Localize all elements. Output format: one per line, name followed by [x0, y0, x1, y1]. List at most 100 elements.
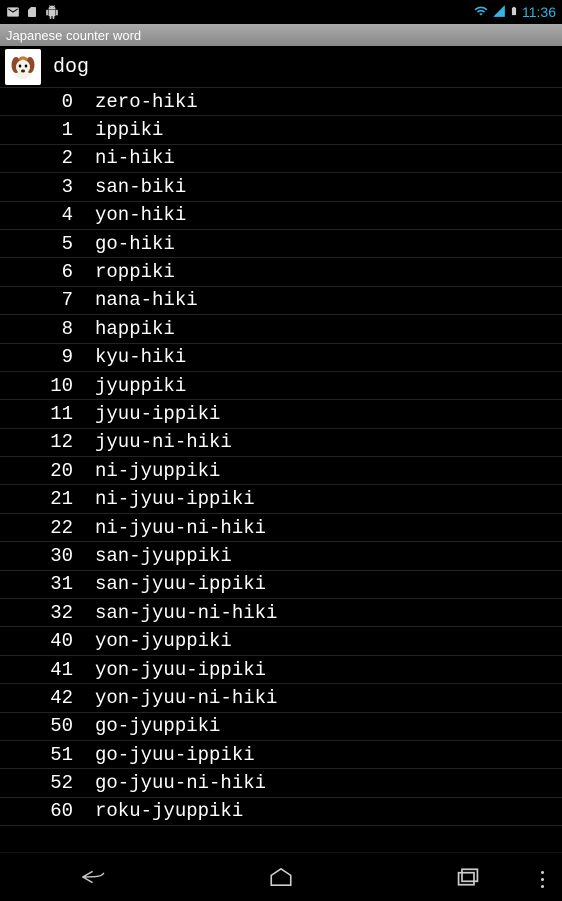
list-item[interactable]: 7nana-hiki [0, 287, 562, 315]
counter-word: go-hiki [95, 233, 175, 255]
app-title-bar: Japanese counter word [0, 24, 562, 46]
counter-number: 50 [0, 715, 95, 737]
sd-icon [26, 5, 38, 19]
counter-word: ni-jyuppiki [95, 460, 220, 482]
counter-word: san-jyuppiki [95, 545, 232, 567]
counter-word: roku-jyuppiki [95, 800, 243, 822]
list-item[interactable]: 20ni-jyuppiki [0, 457, 562, 485]
counter-word: ni-hiki [95, 147, 175, 169]
counter-number: 12 [0, 431, 95, 453]
counter-number: 40 [0, 630, 95, 652]
android-icon [44, 5, 60, 19]
list-item[interactable]: 1ippiki [0, 116, 562, 144]
list-item[interactable]: 22ni-jyuu-ni-hiki [0, 514, 562, 542]
counter-number: 21 [0, 488, 95, 510]
navigation-bar [0, 852, 562, 900]
counter-number: 2 [0, 147, 95, 169]
counter-number: 52 [0, 772, 95, 794]
list-item[interactable]: 60roku-jyuppiki [0, 798, 562, 826]
counter-word: ni-jyuu-ni-hiki [95, 517, 266, 539]
counter-number: 1 [0, 119, 95, 141]
counter-word: yon-hiki [95, 204, 186, 226]
counter-number: 0 [0, 91, 95, 113]
counter-number: 6 [0, 261, 95, 283]
list-item[interactable]: 40yon-jyuppiki [0, 627, 562, 655]
counter-word: go-jyuppiki [95, 715, 220, 737]
list-item[interactable]: 42yon-jyuu-ni-hiki [0, 684, 562, 712]
list-item[interactable]: 9kyu-hiki [0, 344, 562, 372]
status-bar: 11:36 [0, 0, 562, 24]
counter-word: go-jyuu-ni-hiki [95, 772, 266, 794]
counter-word: go-jyuu-ippiki [95, 744, 255, 766]
counter-word: kyu-hiki [95, 346, 186, 368]
list-item[interactable]: 50go-jyuppiki [0, 713, 562, 741]
counter-number: 60 [0, 800, 95, 822]
list-item[interactable]: 5go-hiki [0, 230, 562, 258]
counter-word: zero-hiki [95, 91, 198, 113]
counter-word: jyuu-ippiki [95, 403, 220, 425]
list-item[interactable]: 2ni-hiki [0, 145, 562, 173]
counter-word: san-biki [95, 176, 186, 198]
counter-word: jyuu-ni-hiki [95, 431, 232, 453]
list-item[interactable]: 4yon-hiki [0, 202, 562, 230]
menu-button[interactable] [541, 871, 544, 888]
list-item[interactable]: 41yon-jyuu-ippiki [0, 656, 562, 684]
list-item[interactable]: 0zero-hiki [0, 88, 562, 116]
status-right: 11:36 [473, 4, 556, 21]
counter-word: happiki [95, 318, 175, 340]
app-title: Japanese counter word [6, 28, 141, 43]
counter-number: 41 [0, 659, 95, 681]
list-item[interactable]: 8happiki [0, 315, 562, 343]
recents-button[interactable] [428, 853, 508, 901]
counter-number: 42 [0, 687, 95, 709]
counter-number: 51 [0, 744, 95, 766]
counter-number: 5 [0, 233, 95, 255]
counter-number: 8 [0, 318, 95, 340]
counter-number: 11 [0, 403, 95, 425]
list-item[interactable]: 30san-jyuppiki [0, 542, 562, 570]
counter-number: 10 [0, 375, 95, 397]
list-item[interactable]: 11jyuu-ippiki [0, 400, 562, 428]
content-area: dog 0zero-hiki1ippiki2ni-hiki3san-biki4y… [0, 46, 562, 826]
counter-word: ni-jyuu-ippiki [95, 488, 255, 510]
status-left [6, 5, 60, 19]
counter-word: yon-jyuu-ni-hiki [95, 687, 277, 709]
clock-time: 11:36 [522, 4, 556, 20]
counter-word: yon-jyuu-ippiki [95, 659, 266, 681]
counter-number: 32 [0, 602, 95, 624]
signal-icon [492, 4, 506, 21]
counter-word: jyuppiki [95, 375, 186, 397]
list-item[interactable]: 21ni-jyuu-ippiki [0, 485, 562, 513]
header-row[interactable]: dog [0, 46, 562, 88]
wifi-icon [473, 4, 489, 21]
list-item[interactable]: 32san-jyuu-ni-hiki [0, 599, 562, 627]
counter-word: yon-jyuppiki [95, 630, 232, 652]
counter-number: 9 [0, 346, 95, 368]
counter-number: 22 [0, 517, 95, 539]
home-button[interactable] [241, 853, 321, 901]
gmail-icon [6, 5, 20, 19]
list-item[interactable]: 10jyuppiki [0, 372, 562, 400]
list-item[interactable]: 6roppiki [0, 258, 562, 286]
header-label: dog [53, 56, 89, 79]
list-item[interactable]: 52go-jyuu-ni-hiki [0, 769, 562, 797]
counter-number: 20 [0, 460, 95, 482]
list-item[interactable]: 3san-biki [0, 173, 562, 201]
battery-icon [509, 4, 519, 21]
counter-list[interactable]: 0zero-hiki1ippiki2ni-hiki3san-biki4yon-h… [0, 88, 562, 826]
counter-number: 31 [0, 573, 95, 595]
list-item[interactable]: 51go-jyuu-ippiki [0, 741, 562, 769]
counter-word: nana-hiki [95, 289, 198, 311]
counter-word: roppiki [95, 261, 175, 283]
counter-word: san-jyuu-ni-hiki [95, 602, 277, 624]
counter-word: san-jyuu-ippiki [95, 573, 266, 595]
counter-number: 4 [0, 204, 95, 226]
back-button[interactable] [54, 853, 134, 901]
counter-number: 3 [0, 176, 95, 198]
list-item[interactable]: 31san-jyuu-ippiki [0, 571, 562, 599]
counter-word: ippiki [95, 119, 163, 141]
counter-number: 7 [0, 289, 95, 311]
dog-icon [5, 49, 41, 85]
list-item[interactable]: 12jyuu-ni-hiki [0, 429, 562, 457]
counter-number: 30 [0, 545, 95, 567]
